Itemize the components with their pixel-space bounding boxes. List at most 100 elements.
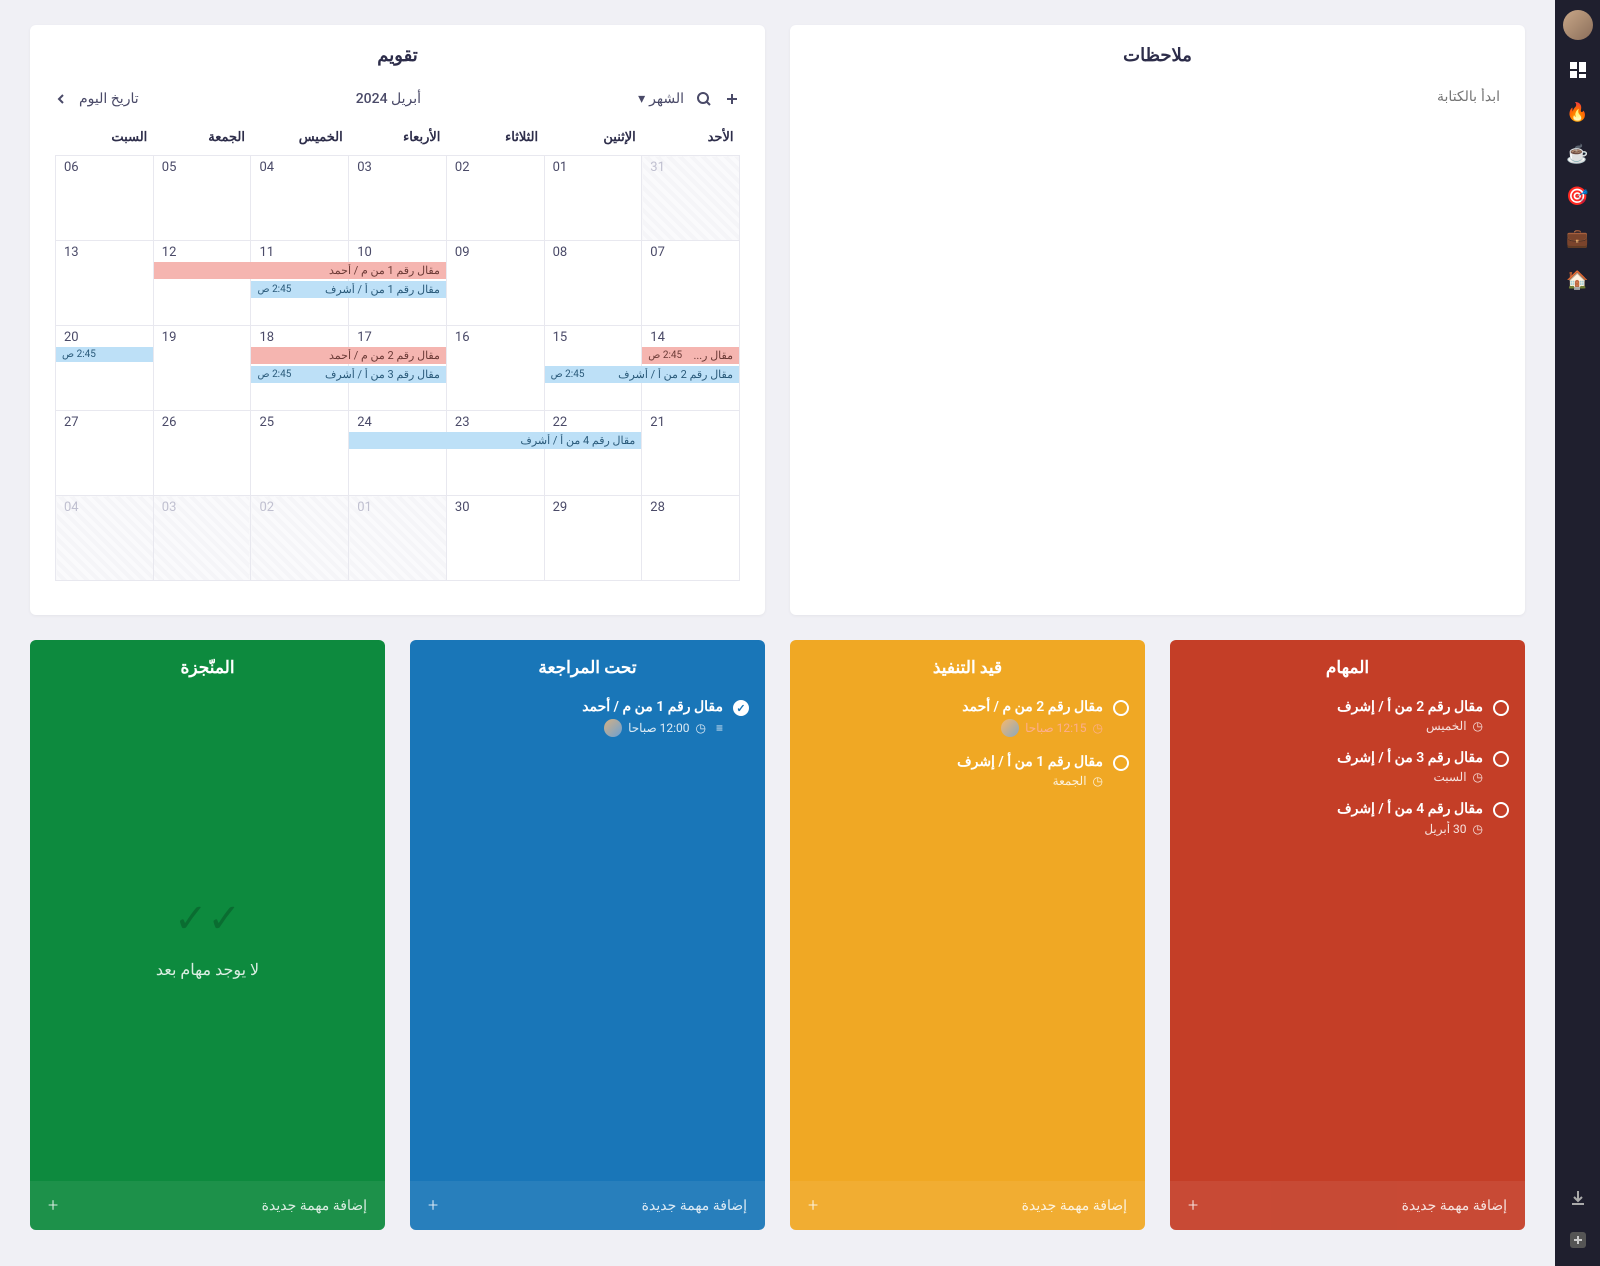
day-number: 01 <box>349 496 446 517</box>
calendar-event[interactable]: مقال رقم 1 من أ / أشرف2:45 ص <box>251 281 445 298</box>
calendar-cell[interactable]: 30 <box>446 496 544 581</box>
weekday-header: الثلاثاء <box>446 122 544 156</box>
checkmark-icon[interactable] <box>733 700 749 716</box>
today-button[interactable]: تاريخ اليوم <box>79 91 139 107</box>
circle-icon[interactable] <box>1113 755 1129 771</box>
app-rail: 🔥 ☕ 🎯 💼 🏠 <box>1555 0 1600 1266</box>
day-number: 13 <box>56 241 153 262</box>
calendar-cell[interactable]: 27 <box>56 411 154 496</box>
fire-icon[interactable]: 🔥 <box>1566 100 1590 124</box>
search-icon[interactable] <box>696 91 712 107</box>
calendar-cell[interactable]: 17مقال رقم 2 من م / أحمدمقال رقم 3 من أ … <box>349 326 447 411</box>
calendar-event[interactable]: مقال رقم 3 من أ / أشرف2:45 ص <box>251 366 445 383</box>
coffee-icon[interactable]: ☕ <box>1566 142 1590 166</box>
event-time: 2:45 ص <box>551 369 585 380</box>
add-icon[interactable] <box>1566 1228 1590 1252</box>
clock-icon: الخميس <box>1426 719 1483 733</box>
add-event-button[interactable] <box>724 91 740 107</box>
kanban-column-blue: تحت المراجعةمقال رقم 1 من م / أحمد 12:00… <box>410 640 765 1230</box>
day-number: 07 <box>642 241 739 262</box>
calendar-cell[interactable]: 22مقال رقم 4 من أ / أشرف <box>544 411 642 496</box>
day-number: 06 <box>56 156 153 177</box>
event-title: مقال ر... <box>693 349 733 362</box>
task-item[interactable]: مقال رقم 3 من أ / إشرف السبت <box>1186 743 1509 794</box>
calendar-cell[interactable]: 03 <box>349 156 447 241</box>
day-number: 11 <box>251 241 348 262</box>
calendar-cell[interactable]: 16 <box>446 326 544 411</box>
calendar-cell[interactable]: 21 <box>642 411 740 496</box>
home-icon[interactable]: 🏠 <box>1566 268 1590 292</box>
calendar-event[interactable]: مقال رقم 1 من م / أحمد <box>154 262 446 279</box>
day-number: 18 <box>251 326 348 347</box>
target-icon[interactable]: 🎯 <box>1566 184 1590 208</box>
day-number: 30 <box>447 496 544 517</box>
task-item[interactable]: مقال رقم 1 من م / أحمد 12:00 صباحا <box>426 692 749 747</box>
weekday-header: الأحد <box>642 122 740 156</box>
calendar-event[interactable]: مقال ر...2:45 ص <box>642 347 739 364</box>
briefcase-icon[interactable]: 💼 <box>1566 226 1590 250</box>
circle-icon[interactable] <box>1113 700 1129 716</box>
circle-icon[interactable] <box>1493 751 1509 767</box>
calendar-cell[interactable]: 10مقال رقم 1 من م / أحمدمقال رقم 1 من أ … <box>349 241 447 326</box>
chevron-down-icon: ▾ <box>638 91 645 107</box>
calendar-cell[interactable]: 13 <box>56 241 154 326</box>
calendar-event[interactable]: مقال رقم 2 من م / أحمد <box>251 347 445 364</box>
calendar-event[interactable]: 2:45 ص <box>56 347 153 362</box>
task-item[interactable]: مقال رقم 4 من أ / إشرف 30 أبريل <box>1186 794 1509 845</box>
calendar-cell[interactable]: 02 <box>446 156 544 241</box>
add-task-button[interactable]: إضافة مهمة جديدة+ <box>30 1181 385 1230</box>
list-icon <box>712 721 723 735</box>
user-avatar[interactable] <box>1563 10 1593 40</box>
calendar-cell[interactable]: 23 <box>446 411 544 496</box>
circle-icon[interactable] <box>1493 700 1509 716</box>
calendar-cell[interactable]: 06 <box>56 156 154 241</box>
calendar-cell[interactable]: 122:45 ص <box>153 241 251 326</box>
add-task-button[interactable]: إضافة مهمة جديدة+ <box>790 1181 1145 1230</box>
day-number: 21 <box>642 411 739 432</box>
calendar-cell[interactable]: 04 <box>251 156 349 241</box>
calendar-cell[interactable]: 09 <box>446 241 544 326</box>
calendar-cell[interactable]: 01 <box>349 496 447 581</box>
weekday-header: الخميس <box>251 122 349 156</box>
task-item[interactable]: مقال رقم 2 من م / أحمد 12:15 صباحا <box>806 692 1129 747</box>
kanban-column-red: المهاممقال رقم 2 من أ / إشرف الخميسمقال … <box>1170 640 1525 1230</box>
calendar-cell[interactable]: 14مقال ر...2:45 صمقال رقم 2 من أ / أشرف2… <box>642 326 740 411</box>
kanban-body: مقال رقم 1 من م / أحمد 12:00 صباحا <box>410 692 765 1181</box>
calendar-cell[interactable]: 05 <box>153 156 251 241</box>
double-check-icon: ✓✓ <box>174 895 241 942</box>
calendar-cell[interactable]: 19 <box>153 326 251 411</box>
dashboard-icon[interactable] <box>1566 58 1590 82</box>
calendar-cell[interactable]: 26 <box>153 411 251 496</box>
notes-title: ملاحظات <box>815 45 1500 66</box>
day-number: 01 <box>545 156 642 177</box>
calendar-cell[interactable]: 01 <box>544 156 642 241</box>
day-number: 03 <box>349 156 446 177</box>
clock-icon: السبت <box>1433 770 1483 784</box>
calendar-cell[interactable]: 242:45 ص <box>349 411 447 496</box>
month-label: أبريل 2024 <box>356 91 421 107</box>
calendar-cell[interactable]: 08 <box>544 241 642 326</box>
calendar-cell[interactable]: 29 <box>544 496 642 581</box>
calendar-cell[interactable]: 04 <box>56 496 154 581</box>
add-task-button[interactable]: إضافة مهمة جديدة+ <box>410 1181 765 1230</box>
notes-panel: ملاحظات <box>790 25 1525 615</box>
notes-input[interactable] <box>815 88 1500 104</box>
calendar-event[interactable]: مقال رقم 2 من أ / أشرف2:45 ص <box>545 366 739 383</box>
day-number: 12 <box>154 241 251 262</box>
view-selector[interactable]: الشهر ▾ <box>638 91 684 107</box>
calendar-cell[interactable]: 25 <box>251 411 349 496</box>
task-item[interactable]: مقال رقم 1 من أ / إشرف الجمعة <box>806 747 1129 798</box>
calendar-cell[interactable]: 03 <box>153 496 251 581</box>
calendar-cell[interactable]: 07 <box>642 241 740 326</box>
add-task-button[interactable]: إضافة مهمة جديدة+ <box>1170 1181 1525 1230</box>
calendar-event[interactable]: مقال رقم 4 من أ / أشرف <box>349 432 641 449</box>
calendar-cell[interactable]: 202:45 ص <box>56 326 154 411</box>
calendar-cell[interactable]: 31 <box>642 156 740 241</box>
task-item[interactable]: مقال رقم 2 من أ / إشرف الخميس <box>1186 692 1509 743</box>
calendar-cell[interactable]: 28 <box>642 496 740 581</box>
calendar-cell[interactable]: 02 <box>251 496 349 581</box>
prev-month-button[interactable] <box>55 93 67 105</box>
download-icon[interactable] <box>1566 1186 1590 1210</box>
circle-icon[interactable] <box>1493 802 1509 818</box>
task-title: مقال رقم 1 من أ / إشرف <box>806 753 1103 771</box>
